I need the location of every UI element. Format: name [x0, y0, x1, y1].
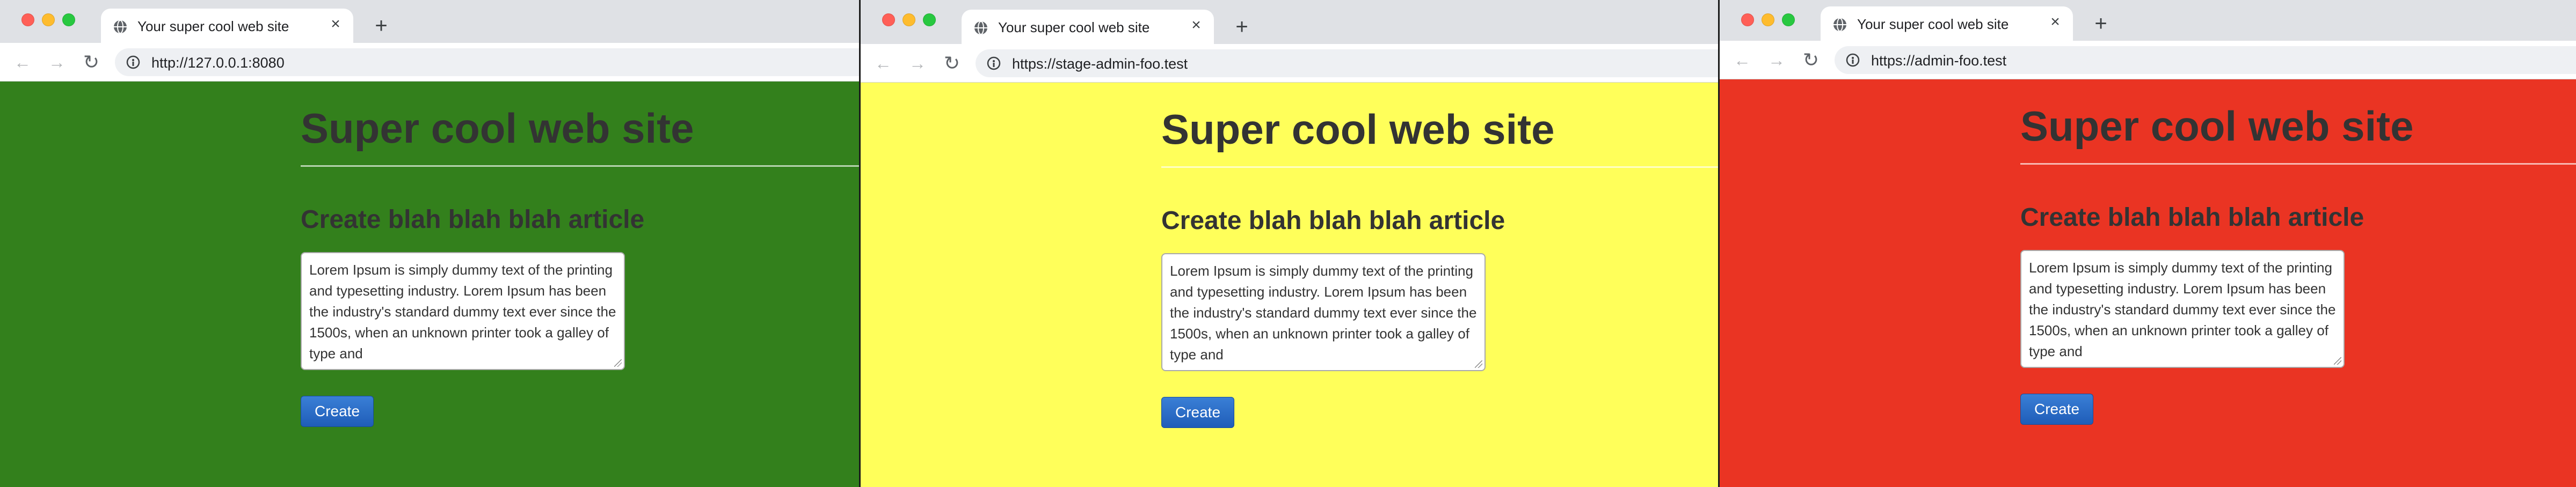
plus-icon[interactable]: + — [1231, 16, 1253, 38]
reload-icon[interactable]: ↻ — [941, 53, 963, 74]
article-textarea[interactable]: Lorem Ipsum is simply dummy text of the … — [2020, 250, 2345, 368]
article-textarea[interactable]: Lorem Ipsum is simply dummy text of the … — [301, 252, 625, 370]
minimize-window-button[interactable] — [1762, 13, 1774, 26]
title-divider — [2020, 163, 2576, 165]
globe-icon — [973, 20, 988, 35]
url-text: https://stage-admin-foo.test — [1012, 56, 1188, 72]
resize-handle[interactable] — [2334, 357, 2341, 365]
globe-icon — [1832, 17, 1847, 32]
plus-icon[interactable]: + — [2090, 13, 2112, 34]
browser-tab[interactable]: Your super cool web site × — [101, 9, 353, 43]
reload-icon[interactable]: ↻ — [1800, 49, 1822, 71]
site-info-icon[interactable] — [986, 56, 1001, 71]
close-window-button[interactable] — [882, 13, 895, 26]
close-window-button[interactable] — [1741, 13, 1754, 26]
page-viewport: Super cool web site Create blah blah bla… — [1720, 79, 2576, 487]
plus-icon[interactable]: + — [370, 15, 392, 36]
tab-title: Your super cool web site — [1857, 16, 2009, 32]
form-heading: Create blah blah blah article — [2020, 203, 2364, 232]
browser-tab[interactable]: Your super cool web site × — [962, 10, 1214, 44]
browser-window-1: Your super cool web site × + ← → ↻ http:… — [0, 0, 859, 487]
screenshot-composite: Your super cool web site × + ← → ↻ http:… — [0, 0, 2576, 487]
close-icon[interactable]: × — [2047, 14, 2063, 30]
arrow-left-icon[interactable]: ← — [872, 53, 894, 74]
browser-toolbar: ← → ↻ https://stage-admin-foo.test — [861, 44, 1718, 83]
title-divider — [1161, 166, 1718, 168]
zoom-window-button[interactable] — [62, 13, 75, 26]
textarea-value: Lorem Ipsum is simply dummy text of the … — [309, 262, 616, 361]
resize-handle[interactable] — [614, 359, 622, 367]
tab-title: Your super cool web site — [998, 19, 1150, 35]
site-info-icon[interactable] — [1845, 53, 1860, 68]
resize-handle[interactable] — [1475, 360, 1482, 368]
zoom-window-button[interactable] — [1782, 13, 1795, 26]
globe-icon — [113, 19, 128, 34]
title-divider — [301, 165, 859, 167]
zoom-window-button[interactable] — [923, 13, 936, 26]
address-bar[interactable]: https://admin-foo.test — [1835, 46, 2576, 74]
reload-icon[interactable]: ↻ — [81, 51, 102, 73]
window-controls — [21, 13, 75, 26]
textarea-value: Lorem Ipsum is simply dummy text of the … — [1170, 263, 1477, 363]
site-title: Super cool web site — [2020, 102, 2414, 150]
url-text: http://127.0.0.1:8080 — [151, 55, 285, 71]
textarea-value: Lorem Ipsum is simply dummy text of the … — [2029, 260, 2336, 359]
arrow-right-icon[interactable]: → — [907, 53, 928, 74]
tab-strip: Your super cool web site × + — [1720, 0, 2576, 41]
address-bar[interactable]: https://stage-admin-foo.test — [976, 49, 1718, 77]
close-window-button[interactable] — [21, 13, 34, 26]
window-controls — [1741, 13, 1795, 26]
browser-window-3: Your super cool web site × + ← → ↻ https… — [1720, 0, 2576, 487]
browser-toolbar: ← → ↻ https://admin-foo.test — [1720, 41, 2576, 79]
form-heading: Create blah blah blah article — [1161, 206, 1505, 235]
site-title: Super cool web site — [1161, 106, 1555, 153]
browser-tab[interactable]: Your super cool web site × — [1821, 6, 2073, 41]
arrow-left-icon[interactable]: ← — [1731, 49, 1753, 71]
minimize-window-button[interactable] — [42, 13, 55, 26]
window-controls — [882, 13, 936, 26]
arrow-right-icon[interactable]: → — [46, 51, 68, 73]
create-button[interactable]: Create — [301, 396, 374, 427]
page-viewport: Super cool web site Create blah blah bla… — [0, 82, 859, 487]
create-button[interactable]: Create — [2020, 394, 2093, 425]
site-title: Super cool web site — [301, 105, 694, 152]
close-icon[interactable]: × — [1188, 17, 1204, 33]
arrow-right-icon[interactable]: → — [1766, 49, 1787, 71]
tab-title: Your super cool web site — [137, 18, 289, 34]
site-info-icon[interactable] — [126, 55, 141, 70]
browser-window-2: Your super cool web site × + ← → ↻ https… — [861, 0, 1718, 487]
address-bar[interactable]: http://127.0.0.1:8080 — [115, 48, 859, 76]
minimize-window-button[interactable] — [903, 13, 915, 26]
arrow-left-icon[interactable]: ← — [12, 51, 33, 73]
tab-strip: Your super cool web site × + — [0, 0, 859, 43]
article-textarea[interactable]: Lorem Ipsum is simply dummy text of the … — [1161, 253, 1486, 371]
url-text: https://admin-foo.test — [1871, 53, 2007, 69]
create-button[interactable]: Create — [1161, 397, 1234, 428]
page-viewport: Super cool web site Create blah blah bla… — [861, 83, 1718, 487]
form-heading: Create blah blah blah article — [301, 205, 645, 234]
close-icon[interactable]: × — [328, 16, 344, 32]
browser-toolbar: ← → ↻ http://127.0.0.1:8080 — [0, 43, 859, 82]
tab-strip: Your super cool web site × + — [861, 0, 1718, 44]
